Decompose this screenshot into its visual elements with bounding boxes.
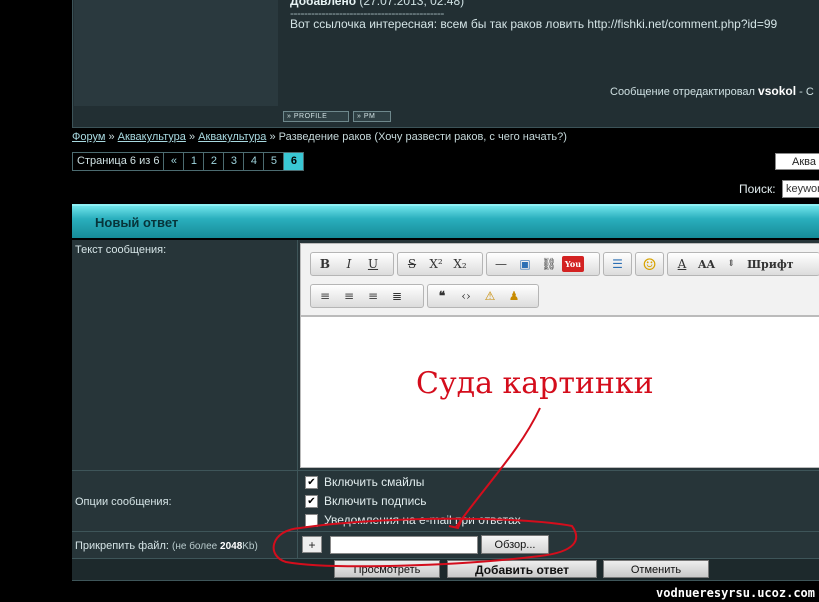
annotation-circle (272, 517, 578, 568)
annotation-text: Суда картинки (416, 366, 654, 401)
watermark: vodnueresyrsu.ucoz.com (648, 585, 819, 602)
annotation-arrow (455, 407, 541, 528)
annotation-overlay (272, 407, 578, 568)
